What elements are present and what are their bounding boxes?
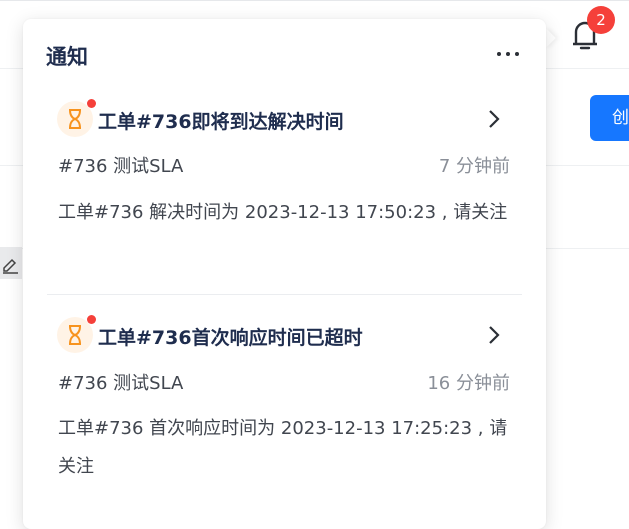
page-top-border (0, 0, 629, 1)
unread-dot (87, 315, 96, 324)
notification-meta: #736 测试SLA (58, 156, 184, 177)
notification-time: 16 分钟前 (427, 373, 510, 394)
chevron-right-icon[interactable] (484, 324, 504, 346)
notification-title: 工单#736即将到达解决时间 (98, 111, 344, 133)
notification-panel: 通知 工单#736即将到达解决时间 #736 测试SLA 7 分钟前 工单#73… (23, 19, 546, 529)
notification-body: 工单#736 解决时间为 2023-12-13 17:50:23 , 请关注 (58, 202, 508, 223)
edit-icon[interactable] (0, 247, 22, 279)
notification-title: 工单#736首次响应时间已超时 (98, 327, 363, 349)
hourglass-icon (57, 99, 96, 137)
item-divider (47, 294, 522, 295)
panel-title: 通知 (46, 45, 88, 69)
hourglass-icon (57, 315, 96, 353)
notification-time: 7 分钟前 (438, 156, 510, 177)
notification-badge: 2 (587, 6, 615, 34)
unread-dot (87, 99, 96, 108)
notification-meta: #736 测试SLA (58, 373, 184, 394)
chevron-right-icon[interactable] (484, 108, 504, 130)
create-button[interactable]: 创 (590, 95, 629, 141)
more-options-icon[interactable] (495, 45, 521, 61)
notification-body: 工单#736 首次响应时间为 2023-12-13 17:25:23 , 请关注 (58, 418, 508, 477)
